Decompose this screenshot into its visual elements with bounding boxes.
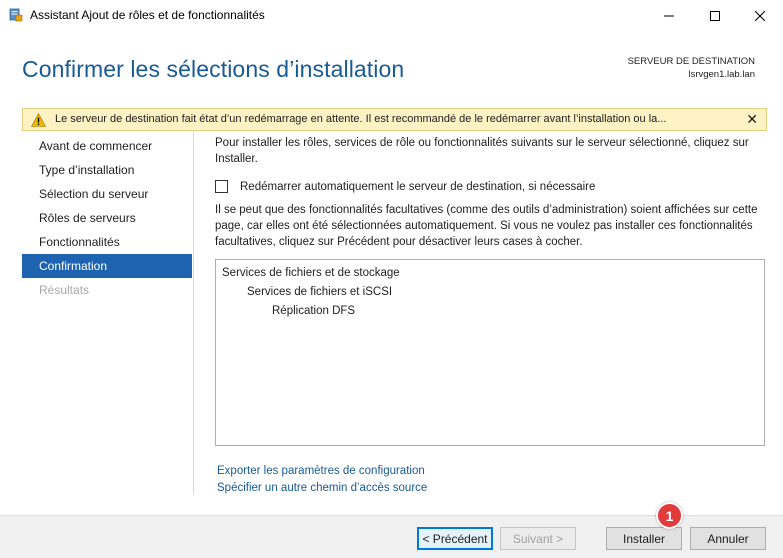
- nav-step-confirmation[interactable]: Confirmation: [22, 254, 192, 278]
- restart-checkbox[interactable]: [215, 180, 228, 193]
- pending-restart-warning: Le serveur de destination fait état d’un…: [22, 108, 767, 131]
- page-title: Confirmer les sélections d’installation: [22, 56, 405, 82]
- previous-button[interactable]: < Précédent: [417, 527, 493, 550]
- nav-step-avant-de-commencer[interactable]: Avant de commencer: [22, 134, 192, 158]
- intro-text: Pour installer les rôles, services de rô…: [215, 137, 749, 165]
- minimize-icon: [664, 15, 674, 16]
- close-icon: [755, 10, 765, 21]
- warning-text: Le serveur de destination fait état d’un…: [55, 113, 667, 125]
- wizard-steps-nav: Avant de commencer Type d’installation S…: [22, 134, 192, 302]
- nav-step-fonctionnalites[interactable]: Fonctionnalités: [22, 230, 192, 254]
- nav-step-type-installation[interactable]: Type d’installation: [22, 158, 192, 182]
- cancel-button[interactable]: Annuler: [690, 527, 766, 550]
- restart-checkbox-label[interactable]: Redémarrer automatiquement le serveur de…: [240, 181, 595, 193]
- feature-item: Services de fichiers et iSCSI: [247, 286, 393, 298]
- warning-icon: [31, 113, 46, 127]
- nav-step-resultats: Résultats: [39, 283, 90, 297]
- alternate-source-path-link[interactable]: Spécifier un autre chemin d’accès source: [217, 482, 427, 494]
- minimize-button[interactable]: [646, 0, 692, 31]
- dismiss-warning-close-icon[interactable]: ✕: [746, 111, 758, 128]
- next-button: Suivant >: [500, 527, 576, 550]
- nav-divider: [193, 131, 194, 495]
- destination-server-label: SERVEUR DE DESTINATION: [627, 56, 755, 67]
- maximize-button[interactable]: [692, 0, 738, 31]
- step-annotation-badge: 1: [656, 502, 683, 529]
- install-button[interactable]: Installer: [606, 527, 682, 550]
- optional-features-note: Il se peut que des fonctionnalités facul…: [215, 204, 758, 248]
- maximize-icon: [710, 10, 720, 21]
- nav-step-roles-serveurs[interactable]: Rôles de serveurs: [22, 206, 192, 230]
- feature-item: Services de fichiers et de stockage: [222, 267, 400, 279]
- feature-item: Réplication DFS: [272, 305, 356, 317]
- server-manager-icon: [9, 8, 23, 22]
- close-window-button[interactable]: [737, 0, 783, 31]
- window-title: Assistant Ajout de rôles et de fonctionn…: [30, 8, 265, 22]
- title-bar: Assistant Ajout de rôles et de fonctionn…: [0, 0, 783, 31]
- destination-server-name: lsrvgen1.lab.lan: [688, 69, 755, 80]
- selected-features-list[interactable]: Services de fichiers et de stockage Serv…: [215, 259, 765, 446]
- restart-option[interactable]: Redémarrer automatiquement le serveur de…: [215, 180, 595, 193]
- export-config-link[interactable]: Exporter les paramètres de configuration: [217, 465, 425, 477]
- nav-step-selection-serveur[interactable]: Sélection du serveur: [22, 182, 192, 206]
